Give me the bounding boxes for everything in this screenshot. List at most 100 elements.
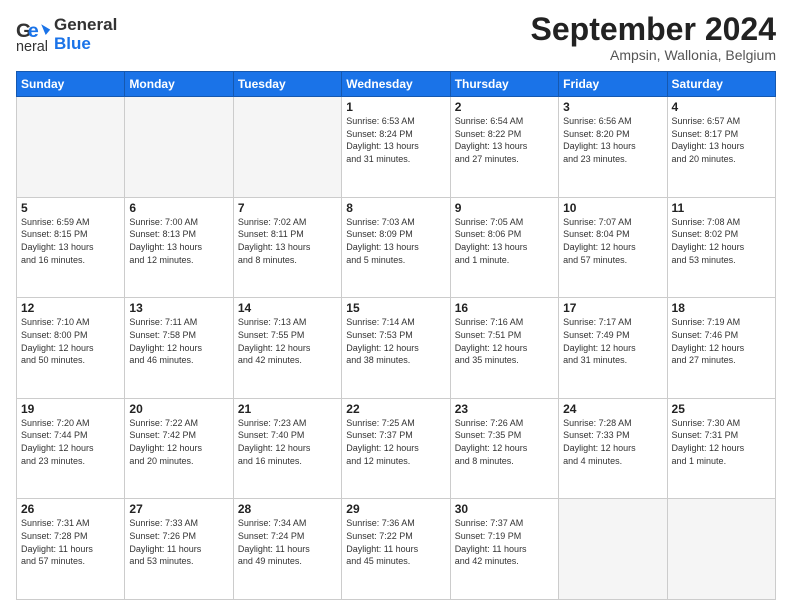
- day-number: 2: [455, 100, 554, 114]
- day-info: Sunrise: 7:16 AM Sunset: 7:51 PM Dayligh…: [455, 316, 554, 366]
- table-row: 9Sunrise: 7:05 AM Sunset: 8:06 PM Daylig…: [450, 197, 558, 298]
- day-number: 6: [129, 201, 228, 215]
- day-number: 29: [346, 502, 445, 516]
- day-number: 22: [346, 402, 445, 416]
- day-info: Sunrise: 7:22 AM Sunset: 7:42 PM Dayligh…: [129, 417, 228, 467]
- calendar-table: Sunday Monday Tuesday Wednesday Thursday…: [16, 71, 776, 600]
- day-number: 14: [238, 301, 337, 315]
- table-row: 14Sunrise: 7:13 AM Sunset: 7:55 PM Dayli…: [233, 298, 341, 399]
- table-row: 19Sunrise: 7:20 AM Sunset: 7:44 PM Dayli…: [17, 398, 125, 499]
- day-number: 1: [346, 100, 445, 114]
- day-number: 23: [455, 402, 554, 416]
- day-number: 18: [672, 301, 771, 315]
- page: G e neral General Blue September 2024 Am…: [0, 0, 792, 612]
- day-info: Sunrise: 7:33 AM Sunset: 7:26 PM Dayligh…: [129, 517, 228, 567]
- day-number: 19: [21, 402, 120, 416]
- table-row: 17Sunrise: 7:17 AM Sunset: 7:49 PM Dayli…: [559, 298, 667, 399]
- table-row: 18Sunrise: 7:19 AM Sunset: 7:46 PM Dayli…: [667, 298, 775, 399]
- table-row: [667, 499, 775, 600]
- day-number: 25: [672, 402, 771, 416]
- logo-line1: General: [54, 16, 117, 35]
- day-number: 7: [238, 201, 337, 215]
- day-number: 8: [346, 201, 445, 215]
- day-number: 3: [563, 100, 662, 114]
- day-number: 17: [563, 301, 662, 315]
- day-info: Sunrise: 6:59 AM Sunset: 8:15 PM Dayligh…: [21, 216, 120, 266]
- table-row: [559, 499, 667, 600]
- day-number: 30: [455, 502, 554, 516]
- logo: G e neral General Blue: [16, 16, 117, 53]
- table-row: 21Sunrise: 7:23 AM Sunset: 7:40 PM Dayli…: [233, 398, 341, 499]
- day-number: 26: [21, 502, 120, 516]
- day-number: 15: [346, 301, 445, 315]
- col-thursday: Thursday: [450, 72, 558, 97]
- table-row: 22Sunrise: 7:25 AM Sunset: 7:37 PM Dayli…: [342, 398, 450, 499]
- day-info: Sunrise: 7:11 AM Sunset: 7:58 PM Dayligh…: [129, 316, 228, 366]
- day-info: Sunrise: 7:07 AM Sunset: 8:04 PM Dayligh…: [563, 216, 662, 266]
- day-info: Sunrise: 7:19 AM Sunset: 7:46 PM Dayligh…: [672, 316, 771, 366]
- calendar-row: 26Sunrise: 7:31 AM Sunset: 7:28 PM Dayli…: [17, 499, 776, 600]
- day-info: Sunrise: 7:10 AM Sunset: 8:00 PM Dayligh…: [21, 316, 120, 366]
- day-info: Sunrise: 7:08 AM Sunset: 8:02 PM Dayligh…: [672, 216, 771, 266]
- svg-text:neral: neral: [16, 39, 48, 53]
- calendar-row: 5Sunrise: 6:59 AM Sunset: 8:15 PM Daylig…: [17, 197, 776, 298]
- day-info: Sunrise: 6:53 AM Sunset: 8:24 PM Dayligh…: [346, 115, 445, 165]
- day-info: Sunrise: 7:30 AM Sunset: 7:31 PM Dayligh…: [672, 417, 771, 467]
- table-row: [233, 97, 341, 198]
- table-row: 26Sunrise: 7:31 AM Sunset: 7:28 PM Dayli…: [17, 499, 125, 600]
- day-info: Sunrise: 7:17 AM Sunset: 7:49 PM Dayligh…: [563, 316, 662, 366]
- day-number: 12: [21, 301, 120, 315]
- day-info: Sunrise: 7:31 AM Sunset: 7:28 PM Dayligh…: [21, 517, 120, 567]
- table-row: 23Sunrise: 7:26 AM Sunset: 7:35 PM Dayli…: [450, 398, 558, 499]
- table-row: 3Sunrise: 6:56 AM Sunset: 8:20 PM Daylig…: [559, 97, 667, 198]
- day-number: 10: [563, 201, 662, 215]
- table-row: 13Sunrise: 7:11 AM Sunset: 7:58 PM Dayli…: [125, 298, 233, 399]
- day-info: Sunrise: 7:25 AM Sunset: 7:37 PM Dayligh…: [346, 417, 445, 467]
- table-row: 11Sunrise: 7:08 AM Sunset: 8:02 PM Dayli…: [667, 197, 775, 298]
- month-title: September 2024: [531, 12, 776, 47]
- day-info: Sunrise: 6:56 AM Sunset: 8:20 PM Dayligh…: [563, 115, 662, 165]
- day-info: Sunrise: 7:13 AM Sunset: 7:55 PM Dayligh…: [238, 316, 337, 366]
- day-info: Sunrise: 7:36 AM Sunset: 7:22 PM Dayligh…: [346, 517, 445, 567]
- table-row: 10Sunrise: 7:07 AM Sunset: 8:04 PM Dayli…: [559, 197, 667, 298]
- table-row: 25Sunrise: 7:30 AM Sunset: 7:31 PM Dayli…: [667, 398, 775, 499]
- table-row: 16Sunrise: 7:16 AM Sunset: 7:51 PM Dayli…: [450, 298, 558, 399]
- day-info: Sunrise: 7:14 AM Sunset: 7:53 PM Dayligh…: [346, 316, 445, 366]
- col-wednesday: Wednesday: [342, 72, 450, 97]
- col-sunday: Sunday: [17, 72, 125, 97]
- day-number: 16: [455, 301, 554, 315]
- table-row: 7Sunrise: 7:02 AM Sunset: 8:11 PM Daylig…: [233, 197, 341, 298]
- table-row: 6Sunrise: 7:00 AM Sunset: 8:13 PM Daylig…: [125, 197, 233, 298]
- day-number: 13: [129, 301, 228, 315]
- table-row: 8Sunrise: 7:03 AM Sunset: 8:09 PM Daylig…: [342, 197, 450, 298]
- header: G e neral General Blue September 2024 Am…: [16, 12, 776, 63]
- logo-line2: Blue: [54, 35, 117, 54]
- table-row: 27Sunrise: 7:33 AM Sunset: 7:26 PM Dayli…: [125, 499, 233, 600]
- day-number: 9: [455, 201, 554, 215]
- title-block: September 2024 Ampsin, Wallonia, Belgium: [531, 12, 776, 63]
- day-info: Sunrise: 6:57 AM Sunset: 8:17 PM Dayligh…: [672, 115, 771, 165]
- col-tuesday: Tuesday: [233, 72, 341, 97]
- table-row: 12Sunrise: 7:10 AM Sunset: 8:00 PM Dayli…: [17, 298, 125, 399]
- day-info: Sunrise: 7:26 AM Sunset: 7:35 PM Dayligh…: [455, 417, 554, 467]
- day-info: Sunrise: 7:00 AM Sunset: 8:13 PM Dayligh…: [129, 216, 228, 266]
- day-info: Sunrise: 7:20 AM Sunset: 7:44 PM Dayligh…: [21, 417, 120, 467]
- day-info: Sunrise: 7:02 AM Sunset: 8:11 PM Dayligh…: [238, 216, 337, 266]
- calendar-header-row: Sunday Monday Tuesday Wednesday Thursday…: [17, 72, 776, 97]
- table-row: [125, 97, 233, 198]
- logo-icon: G e neral: [16, 17, 52, 53]
- table-row: 1Sunrise: 6:53 AM Sunset: 8:24 PM Daylig…: [342, 97, 450, 198]
- table-row: 5Sunrise: 6:59 AM Sunset: 8:15 PM Daylig…: [17, 197, 125, 298]
- day-info: Sunrise: 7:34 AM Sunset: 7:24 PM Dayligh…: [238, 517, 337, 567]
- table-row: [17, 97, 125, 198]
- table-row: 28Sunrise: 7:34 AM Sunset: 7:24 PM Dayli…: [233, 499, 341, 600]
- table-row: 15Sunrise: 7:14 AM Sunset: 7:53 PM Dayli…: [342, 298, 450, 399]
- table-row: 2Sunrise: 6:54 AM Sunset: 8:22 PM Daylig…: [450, 97, 558, 198]
- calendar-row: 1Sunrise: 6:53 AM Sunset: 8:24 PM Daylig…: [17, 97, 776, 198]
- day-number: 21: [238, 402, 337, 416]
- table-row: 4Sunrise: 6:57 AM Sunset: 8:17 PM Daylig…: [667, 97, 775, 198]
- day-info: Sunrise: 7:28 AM Sunset: 7:33 PM Dayligh…: [563, 417, 662, 467]
- calendar-row: 19Sunrise: 7:20 AM Sunset: 7:44 PM Dayli…: [17, 398, 776, 499]
- table-row: 24Sunrise: 7:28 AM Sunset: 7:33 PM Dayli…: [559, 398, 667, 499]
- day-info: Sunrise: 6:54 AM Sunset: 8:22 PM Dayligh…: [455, 115, 554, 165]
